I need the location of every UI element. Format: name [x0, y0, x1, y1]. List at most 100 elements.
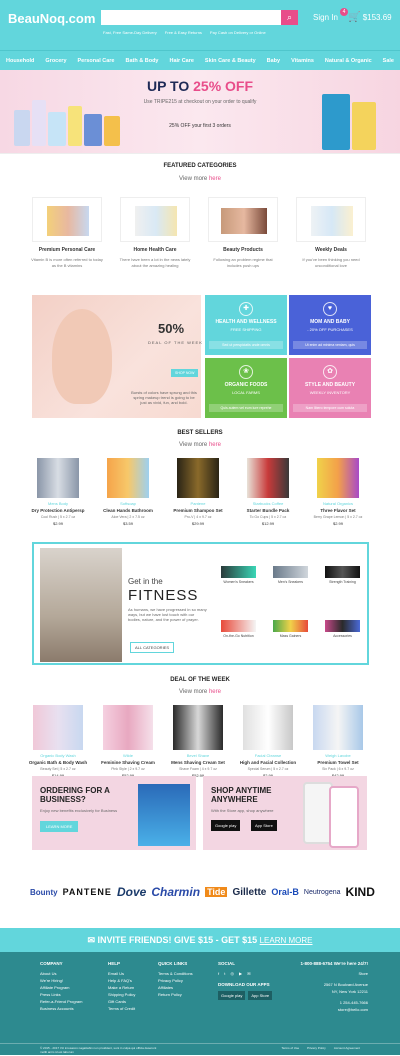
footer-company: COMPANY About Us We're Hiring! Affiliate… [40, 961, 83, 1012]
featured-title: FEATURED CATEGORIES [163, 163, 237, 169]
footer-link[interactable]: Terms & Conditions [158, 970, 193, 977]
footer-link[interactable]: Gift Cards [108, 998, 135, 1005]
product-image [313, 705, 363, 750]
tile-health-wellness[interactable]: ✚ HEALTH AND WELLNESS FREE SHIPPING Sed … [205, 295, 287, 355]
footer-link[interactable]: Business Accounts [40, 1005, 82, 1012]
deal-card[interactable]: Wilde Feminine Shaving Cream Pink Style … [98, 705, 158, 778]
footer-help: HELP Email Us Help & FAQ's Make a Return… [108, 961, 136, 1012]
footer-link[interactable]: Help & FAQ's [108, 977, 135, 984]
nav-sale[interactable]: Sale [383, 58, 394, 64]
tile-style-beauty[interactable]: ✿ STYLE AND BEAUTY WEEKLY INVENTORY Nam … [289, 358, 371, 418]
search-icon: ⌕ [286, 12, 293, 22]
fitness-category[interactable]: Strength Training [318, 566, 367, 590]
fitness-category[interactable]: On-the-Go Nutrition [214, 620, 263, 644]
fitness-model-image[interactable] [40, 548, 122, 662]
brand-logo[interactable]: Bounty [30, 888, 58, 897]
product-image [243, 705, 293, 750]
nav-personal-care[interactable]: Personal Care [78, 58, 115, 64]
all-categories-button[interactable]: ALL CATEGORIES [130, 642, 175, 653]
nav-natural-organic[interactable]: Natural & Organic [325, 58, 372, 64]
footer-link[interactable]: Make a Return [108, 984, 135, 991]
nav-baby[interactable]: Baby [267, 58, 280, 64]
tile-mom-baby[interactable]: ♥ MOM AND BABY - 20% OFF PURCHASES Ut en… [289, 295, 371, 355]
account-agreement-link[interactable]: Account Agreement [334, 1046, 360, 1054]
brand-logo[interactable]: KIND [346, 885, 375, 899]
brand-logo[interactable]: Charmin [151, 885, 200, 899]
deal-card[interactable]: Facial Cleanse High and Facial Collectio… [238, 705, 298, 778]
fitness-category[interactable]: Men's Sneakers [266, 566, 315, 590]
fitness-title: FITNESS [128, 587, 199, 604]
shop-now-button[interactable]: SHOP NOW [171, 369, 199, 377]
business-learn-more-button[interactable]: LEARN MORE [40, 821, 79, 832]
privacy-link[interactable]: Privacy Policy [307, 1046, 326, 1054]
nav-skin-care[interactable]: Skin Care & Beauty [205, 58, 256, 64]
brand-logo[interactable]: PANTENE [63, 887, 112, 897]
product-image [68, 106, 82, 146]
footer-link[interactable]: Affiliates [158, 984, 193, 991]
gift-icon: ✉ [87, 935, 96, 945]
footer-link[interactable]: Refer-a-Friend Program [40, 998, 82, 1005]
featured-card[interactable]: Beauty Products Following an problem reg… [206, 197, 280, 269]
footer-link[interactable]: Affiliate Program [40, 984, 82, 991]
hero-banner[interactable]: UP TO 25% OFF Use TRIPE215 at checkout o… [0, 70, 400, 154]
featured-card[interactable]: Home Health Care There have been a lot i… [118, 197, 192, 269]
product-image [247, 458, 289, 498]
nav-hair-care[interactable]: Hair Care [169, 58, 193, 64]
product-image [322, 94, 350, 150]
logo[interactable]: BeauNoq.com [8, 11, 95, 26]
footer-link[interactable]: Shipping Policy [108, 991, 135, 998]
nav-household[interactable]: Household [6, 58, 34, 64]
app-banner[interactable]: SHOP ANYTIME ANYWHERE With the Store app… [203, 776, 367, 850]
brand-logo[interactable]: Gillette [232, 887, 266, 898]
app-store-button[interactable]: App Store [251, 820, 277, 831]
fitness-category[interactable]: Accessories [318, 620, 367, 644]
fitness-text: As humans, we have progressed in so many… [128, 607, 207, 622]
deal-card[interactable]: Organic Body Wash Organic Bath & Body Wa… [28, 705, 88, 778]
app-store-button[interactable]: App Store [248, 991, 273, 1000]
search-button[interactable]: ⌕ [281, 10, 298, 25]
nav-grocery[interactable]: Grocery [45, 58, 66, 64]
footer-link[interactable]: Email Us [108, 970, 135, 977]
tile-organic-foods[interactable]: ❀ ORGANIC FOODS LOCAL FARMS Quis autem v… [205, 358, 287, 418]
nav-bath-body[interactable]: Bath & Body [125, 58, 158, 64]
featured-view-more[interactable]: View more here [0, 176, 400, 182]
search-input[interactable] [101, 10, 281, 25]
best-sellers-view-more[interactable]: View more here [0, 442, 400, 448]
footer-email[interactable]: store@hello.com [292, 1006, 368, 1013]
footer-link[interactable]: Press Links [40, 991, 82, 998]
product-card[interactable]: Natural Organics Three Flavor Set Berry … [308, 458, 368, 526]
brand-logo[interactable]: Neutrogena [304, 889, 341, 896]
google-play-button[interactable]: Google play [211, 820, 241, 831]
product-card[interactable]: Mens Body Dry Protection Antipersp Cool … [28, 458, 88, 526]
business-banner[interactable]: ORDERING FOR A BUSINESS? Enjoy new benef… [32, 776, 196, 850]
deal-card[interactable]: Weigh Lavobe Premium Towel Set Six Pack … [308, 705, 368, 778]
brand-logo[interactable]: Tide [205, 887, 228, 897]
product-card[interactable]: Pantene Premium Shampoo Set Pro-V | 4 x … [168, 458, 228, 526]
fitness-kicker: Get in the [128, 577, 163, 586]
google-play-button[interactable]: Google play [218, 991, 246, 1000]
invite-learn-more-link[interactable]: LEARN MORE [260, 936, 313, 945]
footer-link[interactable]: Terms of Credit [108, 1005, 135, 1012]
deal-card[interactable]: Bevel Shave Mens Shaving Cream Set Shave… [168, 705, 228, 778]
featured-card[interactable]: Premium Personal Care Vitamin B is more … [30, 197, 104, 269]
featured-card[interactable]: Weekly Deals If you've been thinking you… [294, 197, 368, 269]
footer-link[interactable]: Return Policy [158, 991, 193, 998]
flower-icon: ✿ [323, 365, 337, 379]
cart-button[interactable]: 🛒 4 $153.69 [340, 8, 392, 23]
brand-logo[interactable]: Oral-B [271, 887, 299, 897]
product-card[interactable]: Starbucks Coffee Starter Bundle Pack To … [238, 458, 298, 526]
product-image [177, 458, 219, 498]
business-image [138, 784, 190, 846]
social-icons[interactable]: f t ◎ ▶ ✉ [218, 970, 272, 977]
deal-week-view-more[interactable]: View more here [0, 689, 400, 695]
brand-logo[interactable]: Dove [117, 885, 146, 899]
sign-in-link[interactable]: Sign In [313, 13, 338, 22]
fitness-category[interactable]: Mass Gainers [266, 620, 315, 644]
terms-link[interactable]: Terms of Use [281, 1046, 299, 1054]
nav-vitamins[interactable]: Vitamins [291, 58, 314, 64]
fitness-category[interactable]: Women's Sneakers [214, 566, 263, 590]
footer-link[interactable]: About Us [40, 970, 82, 977]
footer-link[interactable]: We're Hiring! [40, 977, 82, 984]
footer-link[interactable]: Privacy Policy [158, 977, 193, 984]
product-card[interactable]: Softsoap Clean Hands Bathroom Aloe Vera … [98, 458, 158, 526]
